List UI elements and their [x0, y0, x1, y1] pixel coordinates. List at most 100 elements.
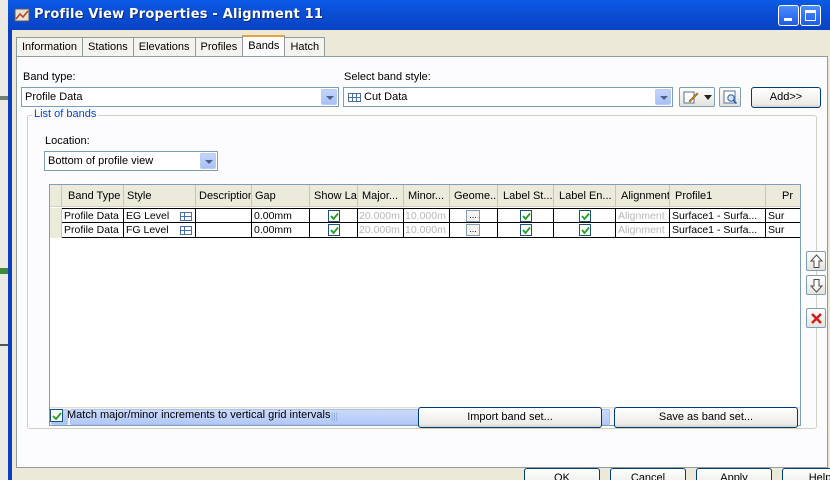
column-header[interactable]: Label St...	[498, 185, 554, 207]
maximize-button[interactable]	[800, 5, 821, 26]
style-cell-text: FG Level	[126, 224, 169, 236]
label-end-cell	[554, 209, 616, 224]
major-cell[interactable]: 20.000m	[358, 223, 404, 238]
show-labels-checkbox[interactable]	[328, 224, 340, 236]
edit-style-button[interactable]	[679, 87, 715, 107]
save-as-band-set-button[interactable]: Save as band set...	[614, 407, 798, 428]
minor-cell[interactable]: 10.000m	[404, 209, 450, 224]
show-labels-cell	[310, 209, 358, 224]
checkmark-icon	[522, 212, 531, 221]
minor-cell[interactable]: 10.000m	[404, 223, 450, 238]
alignment-cell[interactable]: Alignment 1	[616, 209, 670, 224]
alignment-cell[interactable]: Alignment 1	[616, 223, 670, 238]
tab-hatch[interactable]: Hatch	[284, 37, 326, 56]
minimize-button[interactable]	[778, 5, 799, 26]
band-style-icon	[348, 93, 361, 102]
title-bar[interactable]: Profile View Properties - Alignment 11	[8, 0, 830, 30]
label-end-checkbox[interactable]	[579, 224, 591, 236]
column-header[interactable]: Gap	[252, 185, 310, 207]
profile2-cell[interactable]: Sur	[766, 209, 800, 224]
tab-elevations[interactable]: Elevations	[132, 37, 196, 56]
location-label: Location:	[45, 135, 90, 147]
ellipsis-button[interactable]: ...	[466, 224, 480, 236]
delete-band-button[interactable]	[806, 308, 826, 328]
tab-strip: Information Stations Elevations Profiles…	[16, 35, 326, 57]
show-labels-checkbox[interactable]	[328, 210, 340, 222]
cancel-button[interactable]: Cancel	[610, 468, 686, 480]
grid-header: Band Type Style Description Gap Show La.…	[50, 185, 800, 207]
band-type-cell[interactable]: Profile Data	[62, 209, 124, 224]
band-type-value: Profile Data	[25, 91, 83, 103]
description-cell[interactable]	[196, 209, 252, 224]
style-cell[interactable]: EG Level	[124, 209, 196, 224]
style-cell-text: EG Level	[126, 210, 170, 222]
column-header[interactable]: Band Type	[62, 185, 124, 207]
ok-button[interactable]: OK	[524, 468, 600, 480]
profile2-cell[interactable]: Sur	[766, 223, 800, 238]
profile1-cell[interactable]: Surface1 - Surfa...	[670, 223, 766, 238]
label-start-cell	[498, 223, 554, 238]
checkmark-icon	[581, 212, 590, 221]
chevron-down-icon[interactable]	[655, 89, 671, 105]
magnifier-icon	[723, 90, 738, 105]
tab-bands[interactable]: Bands	[242, 35, 286, 56]
tab-information[interactable]: Information	[16, 37, 84, 56]
style-cell[interactable]: FG Level	[124, 223, 196, 238]
tab-stations[interactable]: Stations	[82, 37, 134, 56]
table-row[interactable]: Profile Data FG Level 0.00mm 20.000m 10.…	[62, 223, 800, 238]
gap-cell[interactable]: 0.00mm	[252, 223, 310, 238]
label-start-checkbox[interactable]	[520, 210, 532, 222]
move-up-button[interactable]	[806, 251, 826, 271]
scroll-grip: |||	[331, 411, 339, 421]
edit-style-icon	[683, 91, 699, 104]
checkmark-icon	[581, 226, 590, 235]
column-header[interactable]: Label En...	[554, 185, 616, 207]
location-dropdown[interactable]: Bottom of profile view	[44, 151, 218, 171]
checkmark-icon	[330, 226, 339, 235]
column-header[interactable]: Geome...	[450, 185, 498, 207]
ellipsis-button[interactable]: ...	[466, 210, 480, 222]
column-header[interactable]: Alignment	[616, 185, 670, 207]
label-start-checkbox[interactable]	[520, 224, 532, 236]
location-value: Bottom of profile view	[48, 155, 154, 167]
band-type-label: Band type:	[23, 71, 76, 83]
style-details-button[interactable]	[719, 87, 741, 107]
band-type-dropdown[interactable]: Profile Data	[21, 87, 339, 107]
apply-button[interactable]: Apply	[696, 468, 772, 480]
column-header[interactable]: Description	[196, 185, 252, 207]
label-end-checkbox[interactable]	[579, 210, 591, 222]
table-row[interactable]: Profile Data EG Level 0.00mm 20.000m 10.…	[62, 208, 800, 224]
checkmark-icon	[52, 412, 62, 421]
move-down-button[interactable]	[806, 275, 826, 295]
arrow-down-icon	[810, 279, 823, 293]
column-header[interactable]: Profile1	[670, 185, 766, 207]
column-header[interactable]: Show La...	[310, 185, 358, 207]
match-increments-checkbox[interactable]	[50, 409, 63, 422]
band-style-value: Cut Data	[364, 91, 408, 103]
geometry-cell: ...	[450, 223, 498, 238]
band-style-icon[interactable]	[180, 212, 192, 221]
description-cell[interactable]	[196, 223, 252, 238]
add-band-button[interactable]: Add>>	[751, 87, 821, 108]
band-style-dropdown[interactable]: Cut Data	[343, 87, 673, 107]
delete-icon	[811, 313, 822, 324]
column-header[interactable]: Minor...	[404, 185, 450, 207]
chevron-down-icon[interactable]	[321, 89, 337, 105]
major-cell[interactable]: 20.000m	[358, 209, 404, 224]
match-increments-label: Match major/minor increments to vertical…	[67, 409, 331, 421]
label-start-cell	[498, 209, 554, 224]
gap-cell[interactable]: 0.00mm	[252, 209, 310, 224]
band-type-cell[interactable]: Profile Data	[62, 223, 124, 238]
import-band-set-button[interactable]: Import band set...	[418, 407, 602, 428]
chevron-down-icon[interactable]	[200, 153, 216, 169]
chevron-down-icon	[704, 95, 712, 100]
band-style-icon[interactable]	[180, 226, 192, 235]
column-header[interactable]: Pr	[766, 185, 800, 207]
profile1-cell[interactable]: Surface1 - Surfa...	[670, 209, 766, 224]
help-button[interactable]: Help	[782, 468, 830, 480]
label-end-cell	[554, 223, 616, 238]
column-header[interactable]: Major...	[358, 185, 404, 207]
column-header[interactable]: Style	[124, 185, 196, 207]
list-of-bands-title: List of bands	[32, 108, 99, 120]
tab-profiles[interactable]: Profiles	[194, 37, 244, 56]
